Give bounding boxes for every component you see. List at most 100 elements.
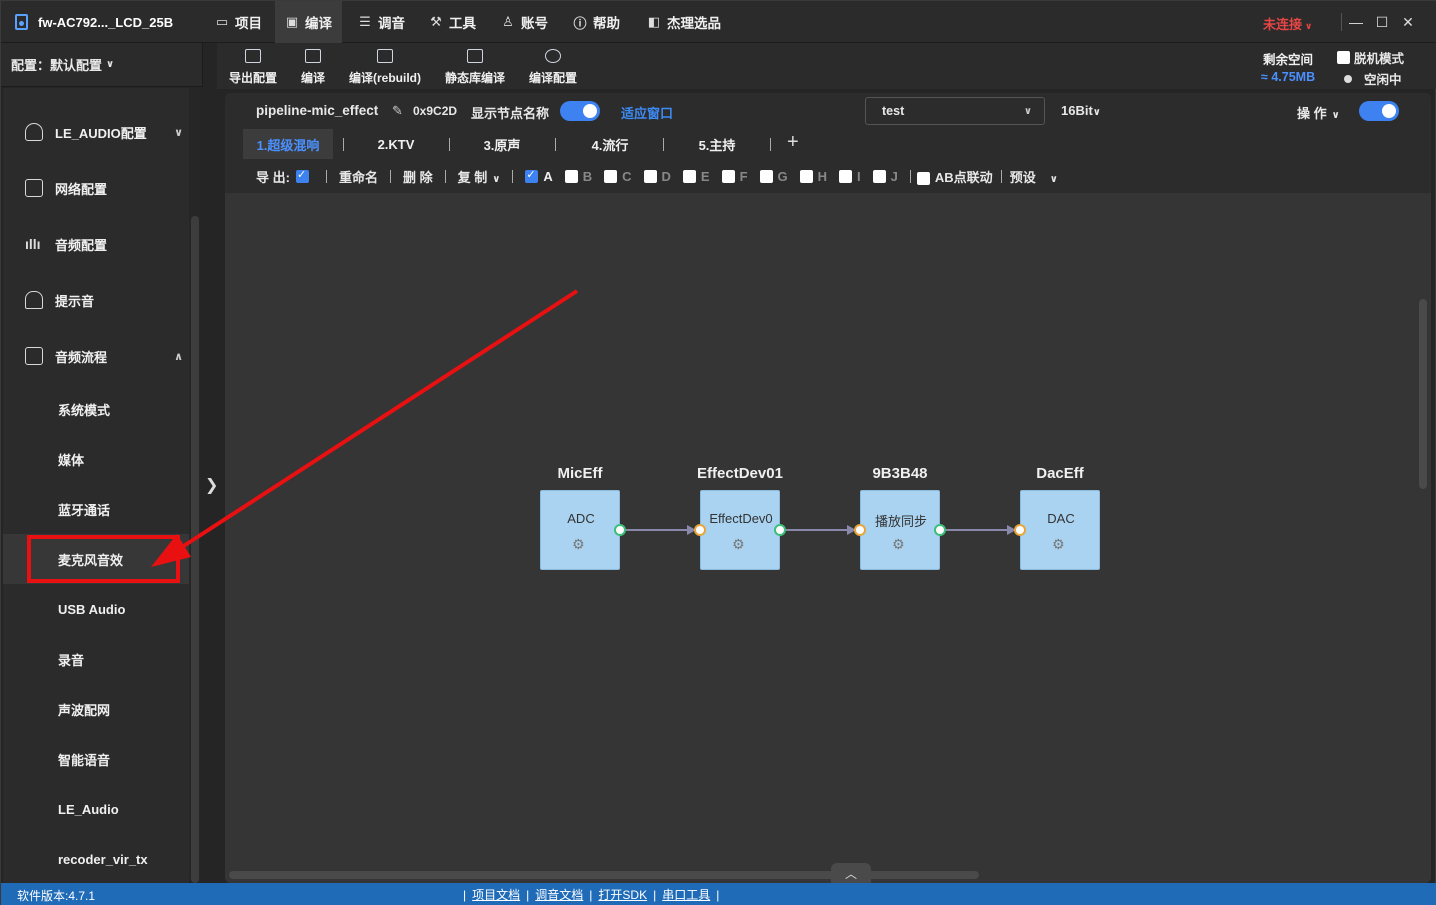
connection-status[interactable]: 未连接 ∨ [1263, 14, 1312, 33]
mode-select[interactable]: test ∨ [865, 97, 1045, 125]
sidebar-item-network-config[interactable]: 网络配置 [3, 160, 189, 216]
graph-node-adc[interactable]: ADC ⚙ [540, 490, 620, 570]
menu-compile[interactable]: ▣ 编译 [275, 1, 342, 43]
graph-canvas[interactable]: MicEff EffectDev01 9B3B48 DacEff ADC ⚙ E… [225, 193, 1431, 883]
slot-d-checkbox[interactable]: D [643, 169, 671, 184]
gear-icon[interactable]: ⚙ [572, 536, 585, 553]
sidebar-sub-item[interactable]: 蓝牙通话 [3, 484, 189, 534]
gear-icon[interactable]: ⚙ [1052, 536, 1065, 553]
tab-pop[interactable]: 4.流行 [567, 129, 653, 159]
menu-project[interactable]: ▭ 项目 [205, 1, 272, 43]
headset-icon [25, 123, 43, 141]
export-checkbox[interactable] [295, 168, 309, 183]
flow-icon [25, 347, 43, 365]
bit-depth-select[interactable]: 16Bit∨ [1061, 103, 1101, 118]
project-docs-link[interactable]: 项目文档 [472, 886, 520, 903]
gear-icon[interactable]: ⚙ [732, 536, 745, 553]
output-port[interactable] [614, 524, 626, 536]
export-config-button[interactable]: 导出配置 [229, 45, 277, 86]
tab-original[interactable]: 3.原声 [461, 129, 543, 159]
tab-host[interactable]: 5.主持 [675, 129, 759, 159]
software-version: 软件版本:4.7.1 [17, 889, 96, 903]
delete-button[interactable]: 删 除 [403, 167, 433, 186]
menu-help[interactable]: ⓘ 帮助 [563, 1, 630, 43]
slot-c-checkbox[interactable]: C [604, 169, 632, 184]
tab-super-reverb[interactable]: 1.超级混响 [243, 129, 333, 159]
input-port[interactable] [854, 524, 866, 536]
copy-button[interactable]: 复 制 ∨ [458, 167, 501, 186]
divider [1000, 169, 1002, 183]
expand-panel-button[interactable]: ︿ [831, 863, 871, 883]
slot-i-checkbox[interactable]: I [839, 169, 861, 184]
sidebar-sub-item[interactable]: 声波配网 [3, 684, 189, 734]
compile-config-button[interactable]: 编译配置 [529, 45, 577, 86]
node-label: EffectDev0 [709, 511, 773, 526]
slot-g-checkbox[interactable]: G [759, 169, 788, 184]
sidebar-item-le-audio-config[interactable]: LE_AUDIO配置 ∨ [3, 104, 189, 160]
slot-h-checkbox[interactable]: H [799, 169, 827, 184]
vertical-scrollbar[interactable] [1419, 299, 1427, 489]
tab-ktv[interactable]: 2.KTV [355, 129, 437, 159]
open-sdk-link[interactable]: 打开SDK [598, 886, 647, 903]
close-button[interactable]: ✕ [1395, 9, 1421, 35]
sidebar: LE_AUDIO配置 ∨ 网络配置 ıllı 音频配置 提示音 音频流程 ∧ 系… [3, 88, 189, 883]
sidebar-sub-item[interactable]: USB Audio [3, 584, 189, 634]
menu-product[interactable]: ◧ 杰理选品 [637, 1, 731, 43]
edit-icon[interactable]: ✎ [392, 103, 403, 119]
collapse-sidebar-icon[interactable]: ❯ [205, 475, 218, 495]
slot-a-checkbox[interactable]: A [525, 168, 553, 184]
input-port[interactable] [1014, 524, 1026, 536]
sidebar-item-audio-flow[interactable]: 音频流程 ∧ [3, 328, 189, 384]
fit-window-link[interactable]: 适应窗口 [621, 103, 673, 122]
slot-j-checkbox[interactable]: J [872, 169, 898, 184]
tuning-docs-link[interactable]: 调音文档 [535, 886, 583, 903]
slot-f-checkbox[interactable]: F [721, 169, 748, 184]
add-tab-icon[interactable]: + [787, 131, 799, 154]
graph-node-playback-sync[interactable]: 播放同步 ⚙ [860, 490, 940, 570]
input-port[interactable] [694, 524, 706, 536]
preset-menu[interactable]: 预设 ∨ [1010, 167, 1058, 186]
menu-tuning[interactable]: ☰ 调音 [348, 1, 415, 43]
ab-link-checkbox[interactable]: AB点联动 [916, 167, 993, 186]
show-node-name-toggle[interactable] [560, 101, 600, 121]
rename-button[interactable]: 重命名 [339, 167, 378, 186]
sidebar-sub-item[interactable]: 系统模式 [3, 384, 189, 434]
serial-tool-link[interactable]: 串口工具 [662, 886, 710, 903]
divider [325, 169, 327, 183]
chevron-down-icon: ∨ [1092, 107, 1101, 118]
menu-account[interactable]: ♙ 账号 [491, 1, 558, 43]
operations-toggle[interactable] [1359, 101, 1399, 121]
slot-b-checkbox[interactable]: B [564, 169, 592, 184]
sidebar-item-prompt-tone[interactable]: 提示音 [3, 272, 189, 328]
app-title: fw-AC792..._LCD_25B [15, 1, 173, 43]
graph-node-dac[interactable]: DAC ⚙ [1020, 490, 1100, 570]
operations-menu[interactable]: 操 作 ∨ [1297, 103, 1340, 122]
sidebar-sub-item[interactable]: 媒体 [3, 434, 189, 484]
output-port[interactable] [934, 524, 946, 536]
tab-divider [663, 138, 664, 151]
sidebar-scrollbar[interactable] [191, 216, 199, 883]
chevron-down-icon: ∨ [1023, 105, 1032, 117]
menu-tools[interactable]: ⚒ 工具 [419, 1, 486, 43]
compile-button[interactable]: 编译 [301, 45, 325, 86]
sidebar-sub-item[interactable]: 智能语音 [3, 734, 189, 784]
slot-e-checkbox[interactable]: E [682, 169, 710, 184]
node-title: DacEff [1036, 465, 1084, 482]
minimize-button[interactable]: — [1343, 9, 1369, 35]
gear-icon[interactable]: ⚙ [892, 536, 905, 553]
sidebar-sub-item[interactable]: 录音 [3, 634, 189, 684]
maximize-button[interactable]: ☐ [1369, 9, 1395, 35]
sidebar-sub-item[interactable]: recoder_vir_tx [3, 834, 189, 883]
sidebar-item-audio-config[interactable]: ıllı 音频配置 [3, 216, 189, 272]
sidebar-sub-item[interactable]: LE_Audio [3, 784, 189, 834]
config-selector[interactable]: 配置：默认配置 ∨ [1, 43, 203, 87]
offline-mode-checkbox[interactable]: 脱机模式 [1337, 48, 1404, 67]
compile-icon: ▣ [285, 14, 299, 29]
rebuild-button[interactable]: 编译(rebuild) [349, 45, 421, 86]
title-bar: fw-AC792..._LCD_25B ▭ 项目 ▣ 编译 ☰ 调音 ⚒ 工具 ♙ 账号 … [1, 1, 1436, 43]
static-lib-compile-button[interactable]: 静态库编译 [445, 45, 505, 86]
graph-node-effectdev[interactable]: EffectDev0 ⚙ [700, 490, 780, 570]
tab-divider [343, 138, 344, 151]
output-port[interactable] [774, 524, 786, 536]
chevron-down-icon: ∨ [1305, 21, 1313, 31]
